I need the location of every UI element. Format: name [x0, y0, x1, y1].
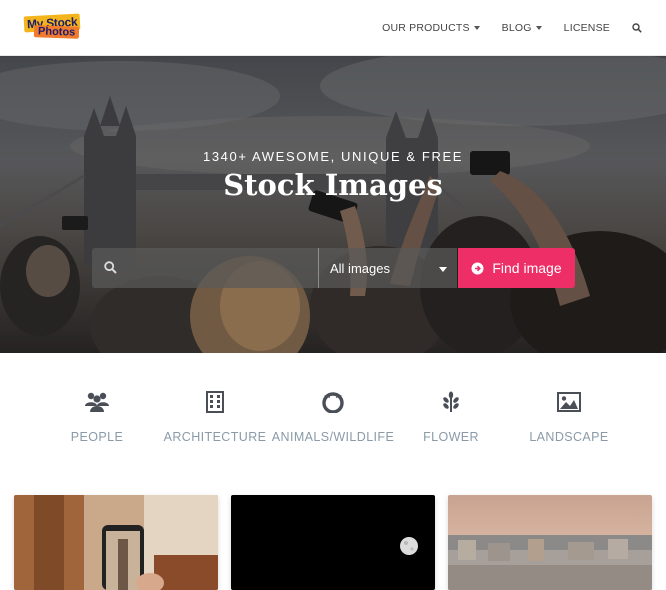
category-strip: PEOPLE ARCHITECTURE ANIMALS/WILDLIFE FLO… [0, 353, 666, 493]
nav-search-button[interactable] [632, 23, 642, 33]
image-icon [557, 392, 581, 412]
category-label: LANDSCAPE [529, 430, 609, 444]
search-input[interactable] [126, 248, 314, 288]
chevron-down-icon [439, 267, 447, 272]
select-value: All images [330, 261, 390, 276]
category-architecture[interactable]: ARCHITECTURE [150, 388, 280, 444]
chevron-down-icon [535, 26, 542, 30]
logo-line-2: Photos [33, 25, 80, 39]
category-landscape[interactable]: LANDSCAPE [504, 388, 634, 444]
site-logo[interactable]: My Stock Photos [23, 13, 86, 41]
photo-thumbnail [14, 495, 218, 590]
find-image-label: Find image [492, 260, 562, 276]
main-nav: OUR PRODUCTS BLOG LICENSE [382, 0, 642, 56]
arrow-circle-right-icon [471, 262, 484, 274]
photo-card[interactable] [448, 495, 652, 590]
people-icon [85, 392, 109, 412]
nav-label: OUR PRODUCTS [382, 22, 470, 34]
leaf-icon [443, 391, 459, 412]
category-label: ANIMALS/WILDLIFE [271, 430, 395, 444]
nav-item-license[interactable]: LICENSE [564, 22, 610, 34]
nav-item-our-products[interactable]: OUR PRODUCTS [382, 22, 480, 34]
search-icon [632, 23, 642, 33]
category-label: FLOWER [423, 430, 479, 444]
nav-label: LICENSE [563, 22, 610, 34]
category-label: ARCHITECTURE [163, 430, 267, 444]
search-field-wrapper [92, 248, 318, 288]
animal-icon [322, 392, 344, 413]
find-image-button[interactable]: Find image [458, 248, 575, 288]
photo-thumbnail [231, 495, 435, 590]
search-icon [104, 261, 117, 274]
category-label: PEOPLE [70, 430, 124, 444]
hero-background-image [0, 56, 666, 353]
photo-thumbnail [448, 495, 652, 590]
building-icon [206, 391, 224, 413]
nav-label: BLOG [501, 22, 532, 34]
hero-banner: 1340+ AWESOME, UNIQUE & FREE Stock Image… [0, 56, 666, 353]
nav-item-blog[interactable]: BLOG [502, 22, 542, 34]
chevron-down-icon [473, 26, 480, 30]
category-flower[interactable]: FLOWER [386, 388, 516, 444]
image-type-select[interactable]: All images [318, 248, 457, 288]
category-people[interactable]: PEOPLE [32, 388, 162, 444]
hero-subtitle: 1340+ AWESOME, UNIQUE & FREE [203, 149, 463, 164]
hero-title: Stock Images [223, 168, 443, 202]
category-animals-wildlife[interactable]: ANIMALS/WILDLIFE [268, 388, 398, 444]
photo-card[interactable] [14, 495, 218, 590]
photo-card[interactable] [231, 495, 435, 590]
site-header: My Stock Photos OUR PRODUCTS BLOG LICENS… [0, 0, 666, 56]
image-search-form: All images Find image [92, 248, 575, 288]
